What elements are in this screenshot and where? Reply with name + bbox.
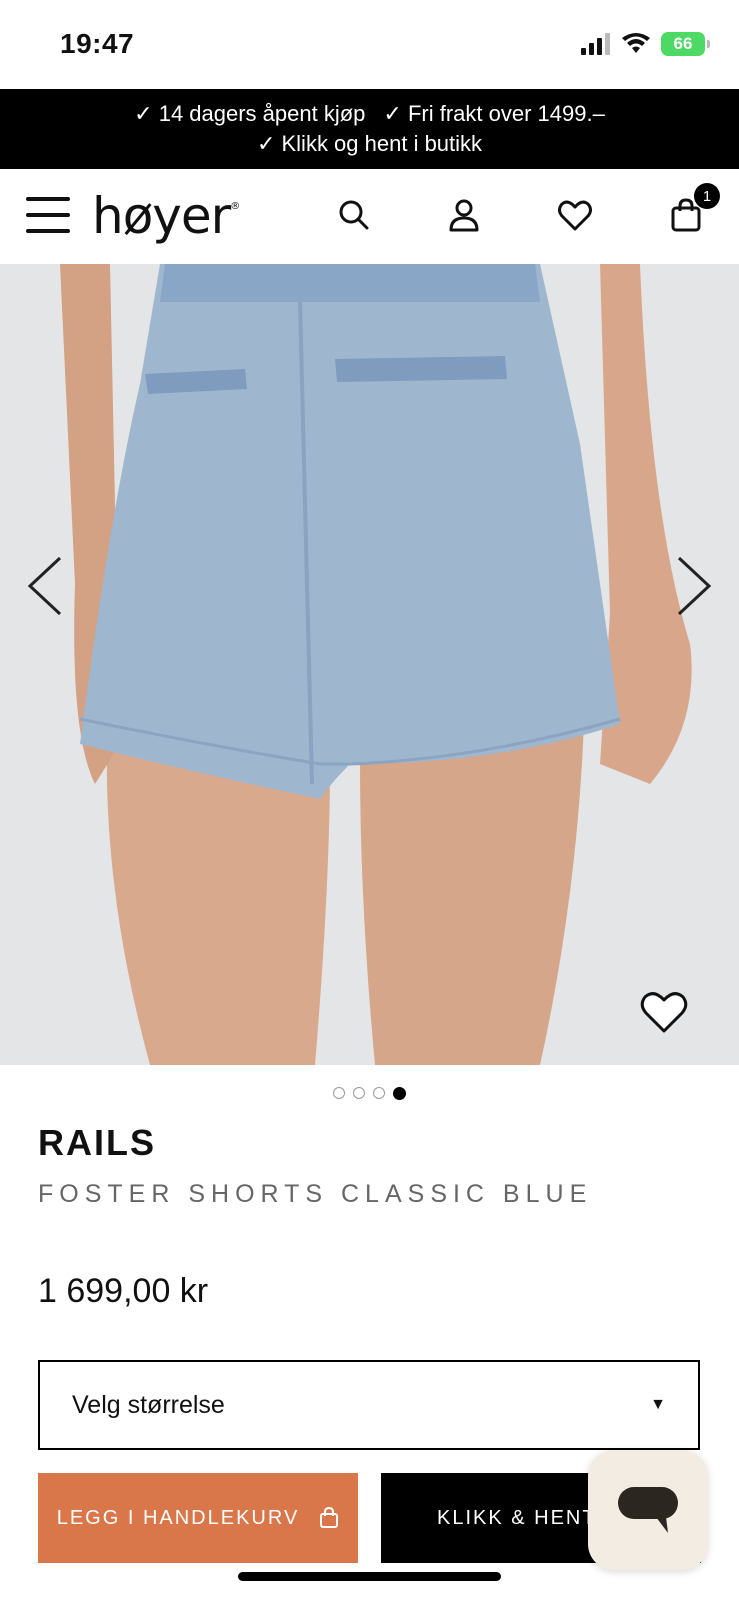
- carousel-prev-arrow-icon[interactable]: [24, 554, 68, 618]
- carousel-dot-2[interactable]: [353, 1087, 365, 1099]
- menu-icon-bar: [26, 197, 70, 201]
- logo-text: høyer: [92, 187, 231, 245]
- size-select-placeholder: Velg størrelse: [72, 1390, 225, 1419]
- product-price: 1 699,00 kr: [38, 1272, 209, 1310]
- carousel-dot-4-active[interactable]: [393, 1087, 406, 1100]
- logo-registered-mark: ®: [230, 201, 240, 212]
- add-to-cart-button[interactable]: LEGG I HANDLEKURV: [38, 1473, 358, 1563]
- menu-icon-bar: [26, 213, 70, 217]
- site-header: høyer® 1: [0, 169, 739, 265]
- product-photo: [0, 264, 739, 1065]
- dropdown-arrow-icon: ▼: [650, 1396, 666, 1413]
- promo-bar: ✓ 14 dagers åpent kjøp ✓ Fri frakt over …: [0, 89, 739, 169]
- cart-button[interactable]: 1: [666, 183, 720, 235]
- status-time: 19:47: [60, 28, 135, 59]
- product-image[interactable]: [0, 264, 739, 1065]
- search-icon[interactable]: [334, 195, 374, 235]
- size-select[interactable]: Velg størrelse ▼: [38, 1360, 700, 1450]
- carousel-dot-1[interactable]: [333, 1087, 345, 1099]
- home-indicator: [238, 1572, 501, 1581]
- add-to-wishlist-heart-icon[interactable]: [639, 989, 689, 1035]
- shopping-bag-icon: [320, 1507, 339, 1528]
- battery-level: 66: [673, 34, 693, 53]
- cellular-signal-icon: [581, 33, 610, 55]
- carousel-dot-3[interactable]: [373, 1087, 385, 1099]
- promo-line-1: ✓ 14 dagers åpent kjøp ✓ Fri frakt over …: [134, 99, 605, 129]
- wifi-icon: [622, 33, 650, 53]
- chat-widget-button[interactable]: [588, 1450, 708, 1570]
- wishlist-icon[interactable]: [555, 195, 595, 235]
- menu-icon-bar: [26, 229, 70, 233]
- promo-free-shipping: ✓ Fri frakt over 1499.–: [383, 101, 605, 126]
- carousel-dots: [0, 1087, 739, 1100]
- promo-open-purchase: ✓ 14 dagers åpent kjøp: [134, 101, 366, 126]
- product-name: FOSTER SHORTS CLASSIC BLUE: [38, 1180, 593, 1208]
- click-and-collect-label: KLIKK & HENT: [437, 1506, 597, 1529]
- logo[interactable]: høyer®: [92, 187, 240, 245]
- chat-icon: [618, 1487, 678, 1533]
- battery-icon: 66: [661, 32, 710, 56]
- add-to-cart-label: LEGG I HANDLEKURV: [56, 1506, 300, 1529]
- promo-click-collect: ✓ Klikk og hent i butikk: [256, 131, 483, 156]
- cart-count-badge: 1: [694, 183, 720, 209]
- menu-button[interactable]: [26, 197, 70, 233]
- carousel-next-arrow-icon[interactable]: [671, 554, 715, 618]
- status-icons: 66: [581, 32, 710, 56]
- account-icon[interactable]: [444, 195, 484, 235]
- product-brand[interactable]: RAILS: [38, 1122, 156, 1164]
- status-bar: 19:47 66: [0, 0, 739, 89]
